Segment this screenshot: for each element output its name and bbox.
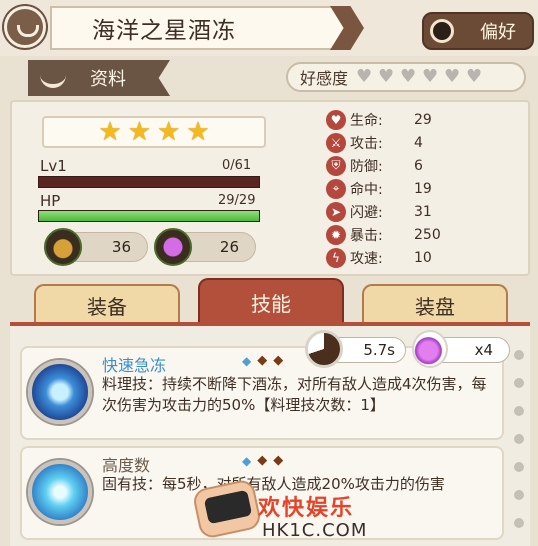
watermark-url: HK1C.COM	[262, 520, 368, 541]
level-value: 0/61	[222, 158, 252, 173]
stat-value: 4	[414, 134, 423, 151]
stat-row-accuracy: ⌖ 命中: 19	[326, 177, 526, 200]
skill-name: 快速急冻	[102, 356, 167, 375]
star-icon: ★	[186, 117, 210, 147]
scroll-dot	[514, 518, 524, 528]
diamond-icon: ◆	[242, 353, 252, 368]
diamond-icon: ◆	[257, 353, 268, 368]
stat-row-crit: ✹ 暴击: 250	[326, 223, 526, 246]
level-bar	[38, 176, 260, 188]
stat-row-attack: ⚔ 攻击: 4	[326, 131, 526, 154]
stat-value: 29	[414, 111, 432, 128]
stat-value: 10	[414, 249, 432, 266]
hp-bar	[38, 210, 260, 222]
tab-equipment[interactable]: 装备	[34, 284, 180, 324]
diamond-icon: ◆	[257, 453, 268, 468]
star-icon: ★	[157, 117, 181, 147]
stat-name: 闪避:	[350, 204, 383, 221]
tab-plate[interactable]: 装盘	[362, 284, 508, 324]
stat-value: 19	[414, 180, 432, 197]
timer-icon	[305, 330, 343, 368]
level-label: Lv1	[40, 157, 67, 175]
favor-meter: 好感度 ♥ ♥ ♥ ♥ ♥ ♥	[286, 62, 526, 92]
scroll-dot	[514, 490, 524, 500]
stat-value: 6	[414, 157, 423, 174]
scroll-dot	[514, 434, 524, 444]
stat-value: 31	[414, 203, 432, 220]
heart-icon: ♥	[400, 66, 417, 87]
diamond-icon: ◆	[242, 453, 252, 468]
heart-icon: ♥	[356, 66, 373, 87]
skill-rank-diamonds: ◆ ◆ ◆	[242, 353, 283, 368]
skill-name: 高度数	[102, 456, 151, 475]
heart-icon: ♥	[326, 109, 346, 130]
character-name: 海洋之星酒冻	[50, 6, 350, 50]
diamond-icon: ◆	[273, 353, 284, 368]
stat-name: 防御:	[350, 158, 383, 175]
skill-rank-diamonds: ◆ ◆ ◆	[242, 453, 283, 468]
skill-description: 料理技：持续不断降下酒冻，对所有敌人造成4次伤害，每次伤害为攻击力的50%【料理…	[102, 375, 487, 414]
heart-icon: ♥	[378, 66, 395, 87]
stat-value: 250	[414, 226, 441, 243]
heart-icon: ♥	[444, 66, 461, 87]
snowflake-skill-icon	[28, 360, 92, 424]
crystal-skill-icon	[28, 460, 92, 524]
rarity-stars: ★ ★ ★ ★	[42, 116, 266, 148]
scroll-dot	[514, 350, 524, 360]
diamond-icon: ◆	[273, 453, 284, 468]
star-icon: ★	[127, 117, 151, 147]
sword-icon: ⚔	[326, 132, 346, 153]
scroll-dot	[514, 406, 524, 416]
favor-hearts: ♥ ♥ ♥ ♥ ♥ ♥	[356, 68, 486, 86]
crosshair-icon: ⌖	[326, 178, 346, 199]
speed-icon: ϟ	[326, 247, 346, 268]
hp-label: HP	[40, 192, 61, 210]
stat-name: 攻击:	[350, 135, 383, 152]
stat-row-defense: ⛨ 防御: 6	[326, 154, 526, 177]
stat-row-hp: ♥ 生命: 29	[326, 108, 526, 131]
watermark-brand: 欢快娱乐	[258, 496, 355, 521]
tab-skills[interactable]: 技能	[198, 278, 344, 324]
stat-name: 生命:	[350, 112, 383, 129]
gem-icon	[154, 228, 192, 266]
scroll-dot	[514, 462, 524, 472]
stat-name: 攻速:	[350, 250, 383, 267]
star-icon: ★	[98, 117, 122, 147]
shield-icon: ⛨	[326, 155, 346, 176]
gem-cost-icon	[412, 330, 448, 368]
heart-icon: ♥	[466, 66, 483, 87]
favor-label: 好感度	[300, 69, 349, 88]
stat-name: 暴击:	[350, 227, 383, 244]
crit-icon: ✹	[326, 224, 346, 245]
acorn-icon	[44, 228, 82, 266]
scroll-dot	[514, 378, 524, 388]
stat-row-speed: ϟ 攻速: 10	[326, 246, 526, 269]
favorite-toggle-icon[interactable]	[430, 19, 454, 43]
menu-icon[interactable]	[4, 6, 46, 48]
dodge-icon: ➤	[326, 201, 346, 222]
stat-name: 命中:	[350, 181, 383, 198]
hp-value: 29/29	[218, 193, 256, 208]
stat-row-dodge: ➤ 闪避: 31	[326, 200, 526, 223]
heart-icon: ♥	[422, 66, 439, 87]
hp-bar-fill	[39, 211, 259, 221]
